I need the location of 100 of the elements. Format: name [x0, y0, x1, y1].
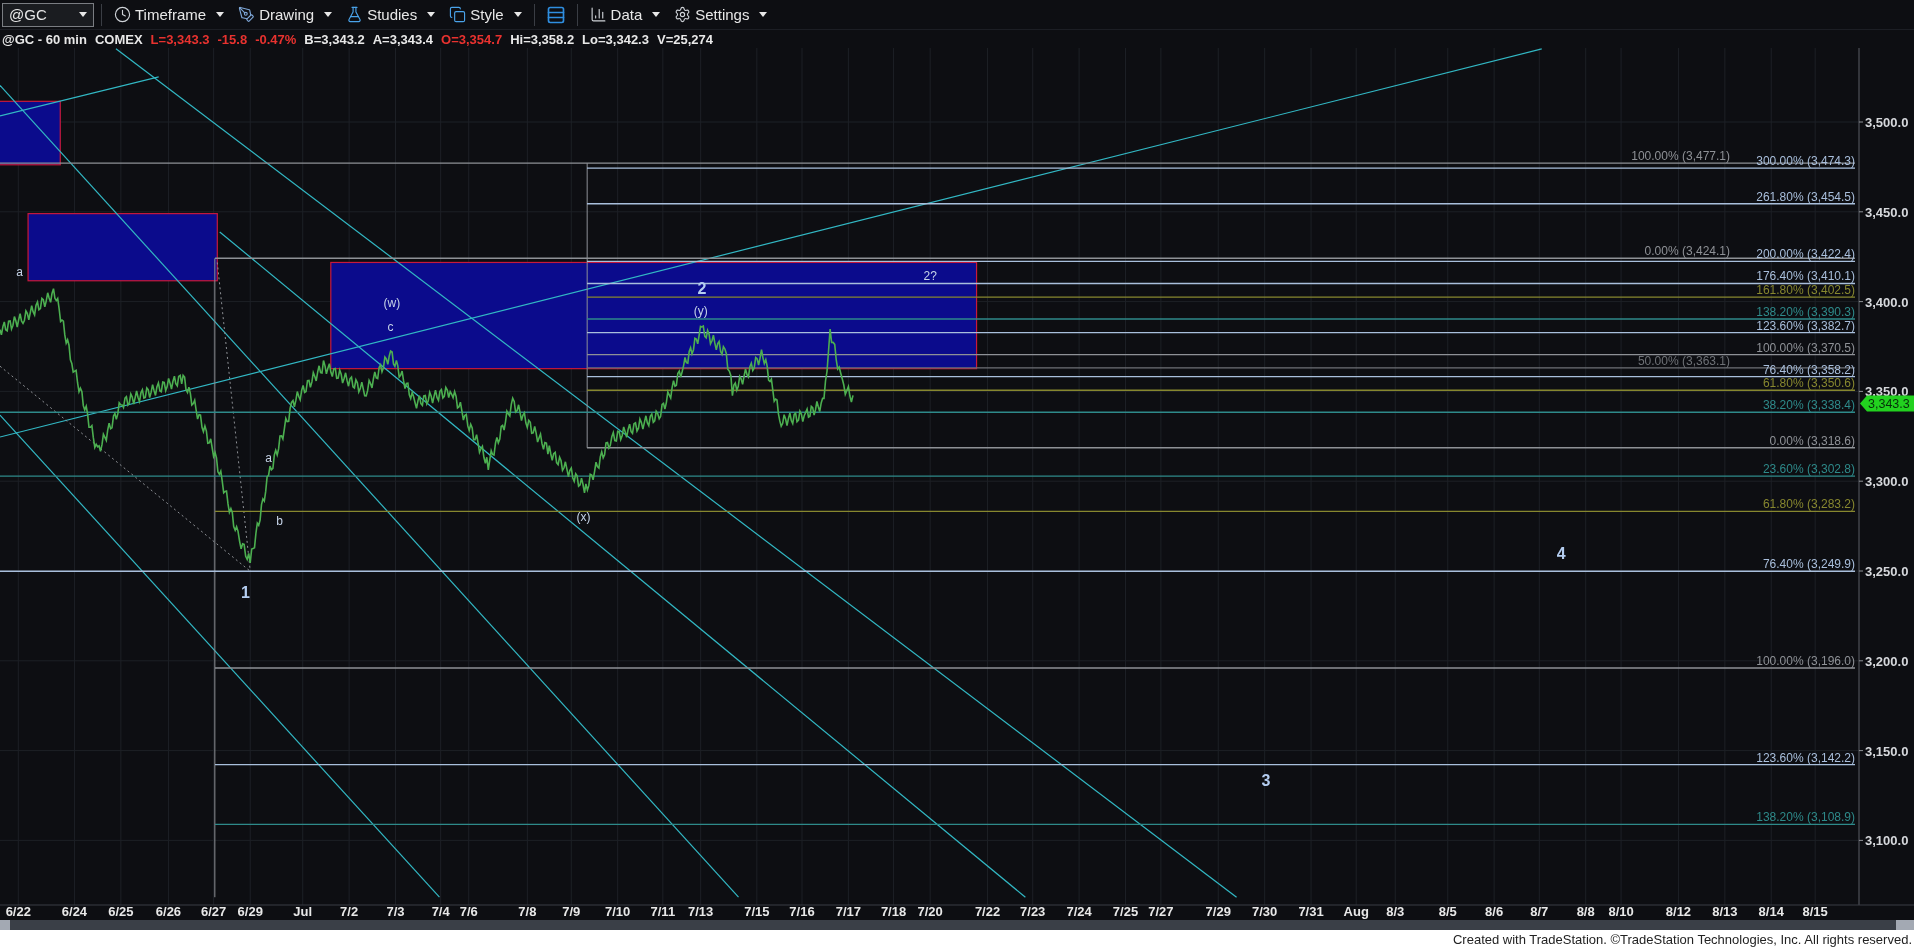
wave-label: (w) — [383, 295, 401, 310]
fib-label: 161.80% (3,402.5) — [1756, 283, 1855, 298]
symbol-dropdown[interactable]: @GC — [2, 2, 94, 27]
wave-label: (y) — [693, 304, 708, 319]
date-axis-label: 7/29 — [1205, 904, 1231, 919]
menu-button[interactable]: Data — [584, 1, 666, 28]
fib-label: 61.80% (3,350.6) — [1762, 376, 1855, 391]
fib-label: 200.00% (3,422.4) — [1756, 247, 1855, 262]
caret-icon — [652, 12, 661, 17]
price-axis-label: 3,500.0 — [1865, 115, 1909, 130]
caret-icon — [513, 12, 522, 17]
flask-icon — [346, 6, 364, 23]
wave-label: 4 — [1556, 545, 1566, 563]
wave-label: 2 — [697, 280, 707, 298]
date-axis-label: 7/31 — [1298, 904, 1324, 919]
caret-icon — [324, 12, 333, 17]
settings-icon — [674, 6, 692, 23]
date-axis-label: 7/22 — [974, 904, 1001, 919]
layers-icon — [449, 6, 467, 23]
caret-icon — [427, 12, 436, 17]
date-axis-label: 7/23 — [1020, 904, 1046, 919]
date-axis-label: 8/13 — [1712, 904, 1738, 919]
pen-icon — [238, 6, 256, 23]
menu-button[interactable]: Drawing — [233, 1, 338, 28]
caret-icon — [216, 12, 225, 17]
date-axis-label: 8/5 — [1438, 904, 1457, 919]
date-axis-label: 8/12 — [1665, 904, 1692, 919]
quote-value: Hi=3,358.2 — [510, 31, 575, 47]
fib-label: 123.60% (3,142.2) — [1756, 750, 1855, 765]
quote-value: B=3,343.2 — [304, 31, 365, 47]
date-axis-label: 7/27 — [1148, 904, 1174, 919]
fib-label: 100.00% (3,196.0) — [1756, 654, 1855, 668]
date-axis-label: 6/22 — [5, 904, 31, 919]
date-axis-label: 6/24 — [61, 904, 88, 919]
menu-button[interactable]: Style — [444, 1, 527, 28]
fib-label: 61.80% (3,283.2) — [1762, 497, 1855, 512]
date-axis-label: 7/24 — [1066, 904, 1092, 919]
quote-value: L=3,343.3 — [150, 31, 210, 47]
quote-value: V=25,274 — [656, 31, 713, 47]
fib-label: 138.20% (3,390.3) — [1756, 305, 1855, 319]
date-axis-label: 8/3 — [1386, 904, 1405, 919]
menu-button[interactable]: Studies — [341, 1, 441, 28]
date-axis-label: 7/4 — [431, 904, 450, 919]
fib-label: 100.00% (3,370.5) — [1756, 340, 1855, 355]
fib-label: 38.20% (3,338.4) — [1762, 398, 1855, 413]
fib-label: 0.00% (3,424.1) — [1644, 244, 1730, 259]
wave-label: 1 — [240, 584, 250, 602]
quote-value: COMEX — [94, 31, 143, 47]
date-axis-label: 7/9 — [562, 904, 581, 919]
fib-label: 0.00% (3,318.6) — [1769, 433, 1855, 448]
date-axis-label: 8/15 — [1802, 904, 1828, 919]
quote-value: A=3,343.4 — [372, 31, 434, 47]
date-axis-label: Aug — [1343, 904, 1369, 919]
date-axis-label: 6/27 — [200, 904, 227, 919]
price-axis-label: 3,200.0 — [1865, 653, 1909, 669]
date-axis-label: 7/8 — [518, 904, 537, 919]
menu-button[interactable]: Settings — [669, 1, 773, 28]
wave-label: (x) — [576, 510, 591, 525]
wave-label: 2? — [923, 268, 937, 283]
date-axis-label: 7/15 — [744, 904, 770, 919]
fib-label: 138.20% (3,108.9) — [1756, 810, 1855, 825]
footer-text: Created with TradeStation. ©TradeStation Technologies, Inc. All rights reserved. — [1452, 931, 1912, 947]
clock-icon — [114, 6, 131, 23]
wave-label: 3 — [1261, 772, 1271, 790]
date-axis-label: 7/20 — [917, 904, 943, 919]
fib-label: 76.40% (3,249.9) — [1762, 557, 1855, 572]
wave-label: b — [276, 514, 283, 528]
date-axis-label: 7/18 — [880, 904, 907, 919]
date-axis-label: 8/6 — [1485, 904, 1504, 919]
quote-value: O=3,354.7 — [441, 31, 503, 47]
date-axis-label: 8/14 — [1758, 904, 1784, 919]
price-axis-label: 3,300.0 — [1865, 474, 1909, 490]
date-axis-label: 7/2 — [340, 904, 359, 919]
date-axis-label: 6/26 — [155, 904, 182, 919]
quote-value: @GC - 60 min — [2, 31, 87, 47]
date-axis-label: 7/13 — [688, 904, 714, 919]
date-axis-label: Jul — [293, 904, 313, 919]
price-axis-label: 3,150.0 — [1865, 743, 1909, 759]
quote-value: -0.47% — [255, 31, 297, 47]
date-axis-label: 7/10 — [605, 904, 631, 919]
date-axis-label: 8/8 — [1576, 904, 1595, 919]
fib-label: 76.40% (3,358.2) — [1762, 362, 1855, 377]
scrollbar[interactable] — [0, 920, 1914, 930]
quote-value: -15.8 — [217, 31, 248, 47]
wave-label: a — [16, 265, 23, 279]
date-axis-label: 7/25 — [1112, 904, 1139, 919]
date-axis-label: 7/6 — [459, 904, 478, 919]
date-axis-label: 7/16 — [789, 904, 815, 919]
menu-button[interactable]: Timeframe — [109, 1, 230, 28]
price-axis-label: 3,400.0 — [1865, 294, 1909, 310]
fib-label: 123.60% (3,382.7) — [1756, 318, 1855, 333]
wave-label: c — [387, 319, 394, 334]
fib-label: 100.00% (3,477.1) — [1631, 149, 1730, 164]
fib-label: 23.60% (3,302.8) — [1762, 462, 1855, 477]
date-axis-label: 7/3 — [386, 904, 405, 919]
price-axis-label: 3,250.0 — [1865, 564, 1909, 579]
date-axis-label: 7/11 — [650, 904, 676, 919]
date-axis-label: 8/10 — [1608, 904, 1634, 919]
fib-label: 176.40% (3,410.1) — [1756, 269, 1855, 284]
date-axis-label: 6/25 — [108, 904, 134, 919]
